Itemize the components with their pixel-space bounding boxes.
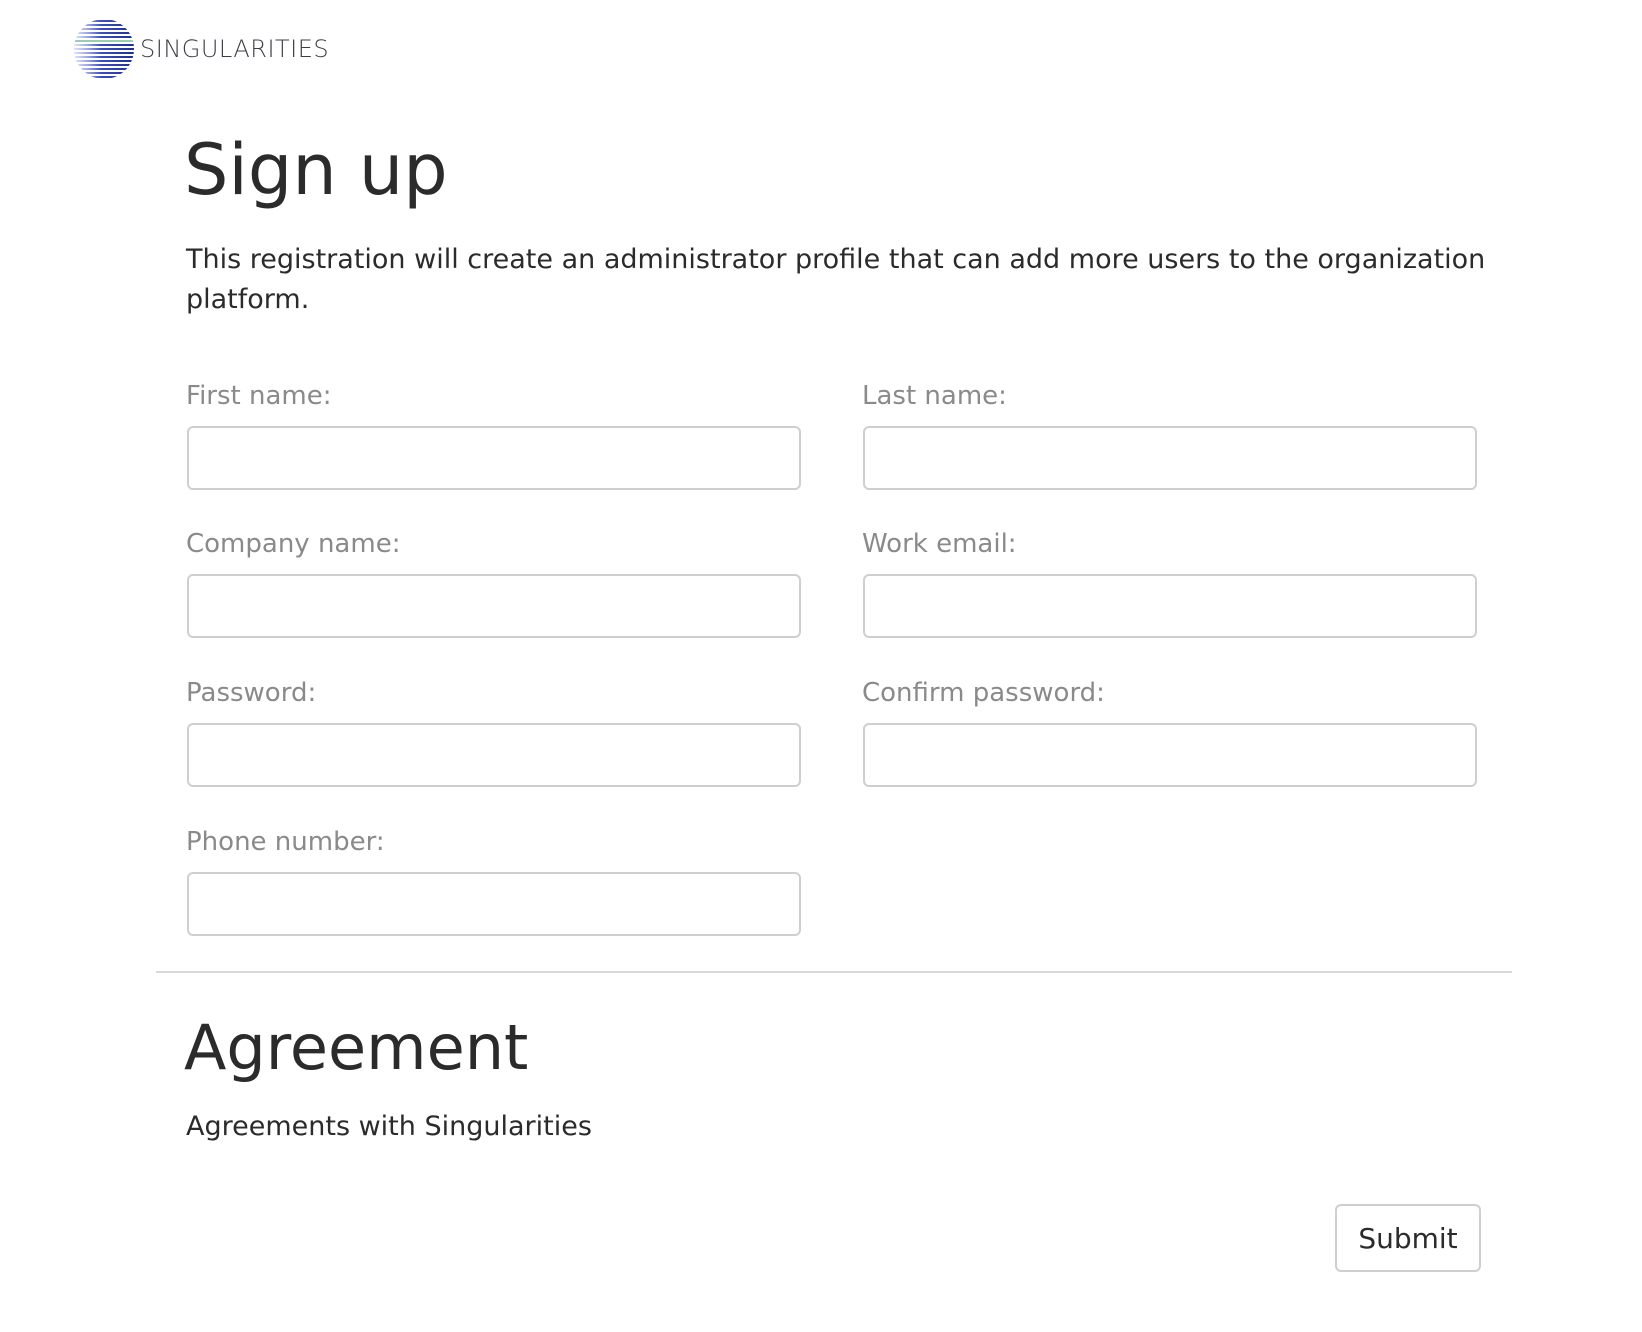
confirm-password-label: Confirm password: [862,678,1105,708]
company-name-field: Company name: [186,528,804,638]
work-email-field: Work email: [862,528,1480,638]
first-name-label: First name: [186,381,332,411]
password-label: Password: [186,678,317,708]
phone-number-label: Phone number: [186,827,385,857]
company-name-input[interactable] [187,574,801,638]
first-name-input[interactable] [187,426,801,490]
last-name-label: Last name: [862,381,1007,411]
phone-number-input[interactable] [187,872,801,936]
phone-number-field: Phone number: [186,826,804,936]
section-divider [156,971,1512,973]
password-field: Password: [186,677,804,787]
last-name-input[interactable] [863,426,1477,490]
agreement-title: Agreement [184,1011,529,1084]
signup-intro: This registration will create an adminis… [186,244,1486,315]
striped-globe-logo-icon [74,20,134,78]
last-name-field: Last name: [862,380,1480,490]
confirm-password-input[interactable] [863,723,1477,787]
password-input[interactable] [187,723,801,787]
first-name-field: First name: [186,380,804,490]
agreement-text: Agreements with Singularities [186,1111,592,1142]
page-title: Sign up [184,129,448,211]
brand[interactable]: SINGULARITIES [70,16,329,82]
confirm-password-field: Confirm password: [862,677,1480,787]
work-email-label: Work email: [862,529,1017,559]
work-email-input[interactable] [863,574,1477,638]
submit-button[interactable]: Submit [1335,1204,1481,1272]
brand-name: SINGULARITIES [140,35,330,63]
company-name-label: Company name: [186,529,401,559]
